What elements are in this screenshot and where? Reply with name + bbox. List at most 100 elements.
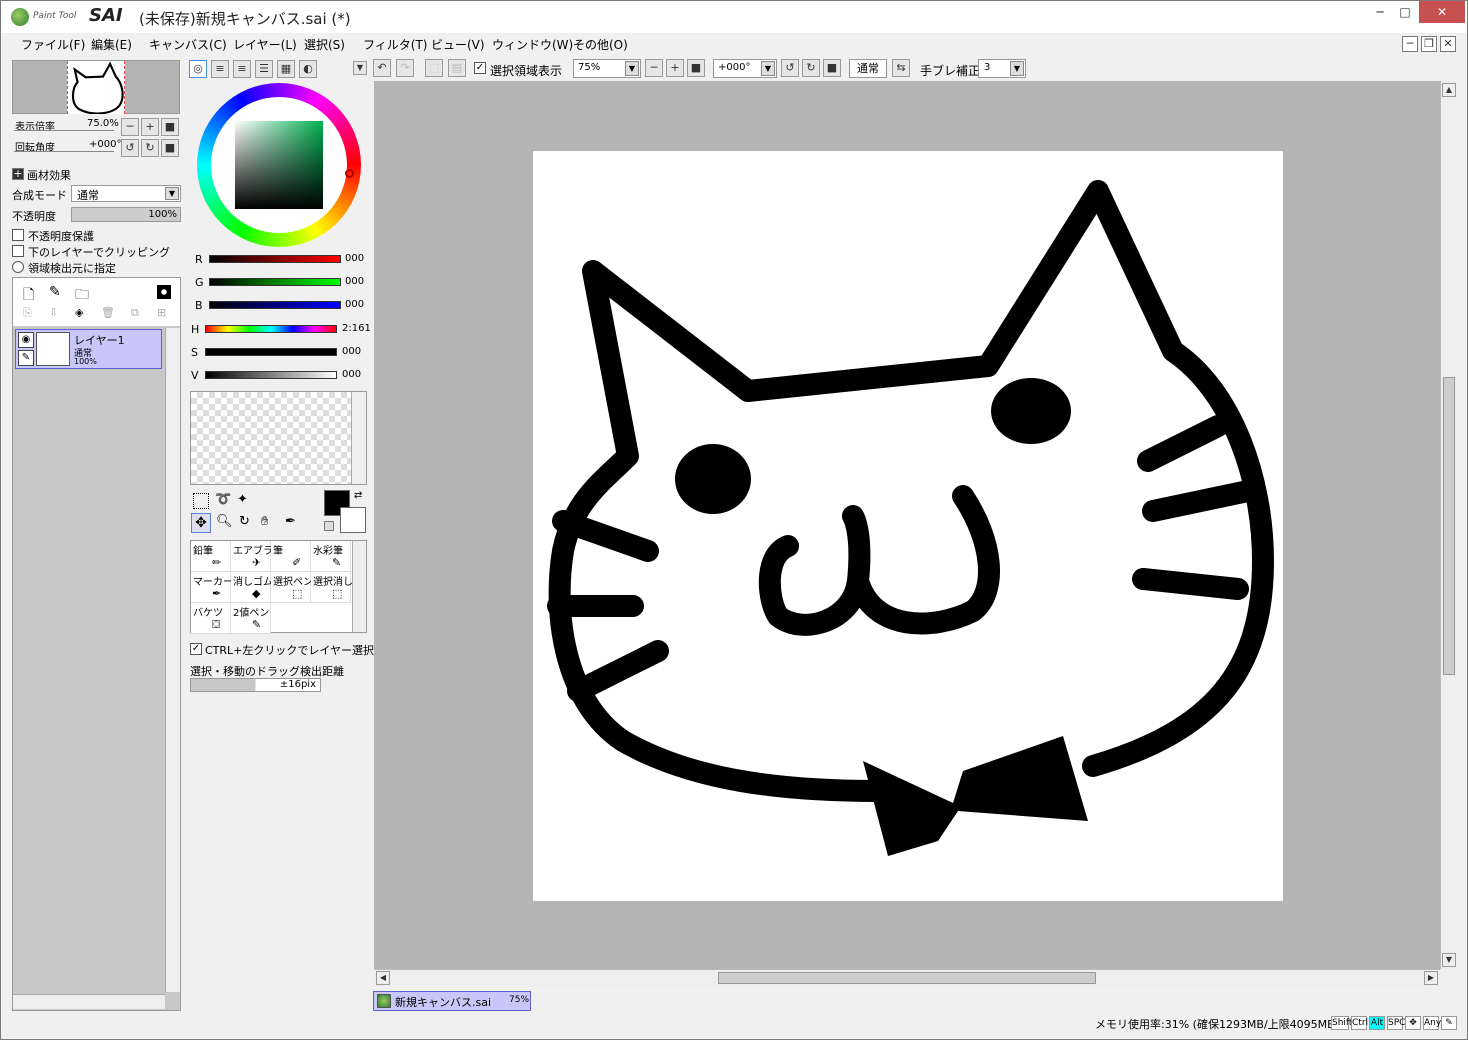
region-source-radio[interactable] [12,261,24,273]
eye-icon[interactable]: ◉ [18,332,34,348]
color-swatch-grid[interactable] [190,391,367,485]
show-selection-checkbox[interactable]: ✓ [474,62,486,74]
color-wheel-tab-icon[interactable]: ◎ [189,60,207,78]
toolbar-rotate-right-icon[interactable]: ↻ [802,59,820,77]
menu-window[interactable]: ウィンドウ(W) [492,36,573,53]
v-slider[interactable] [205,371,337,379]
maximize-button[interactable]: □ [1391,1,1419,23]
menu-edit[interactable]: 編集(E) [91,36,132,53]
swap-colors-icon[interactable]: ⇄ [354,490,362,501]
new-folder-icon[interactable]: 🗀 [75,284,89,308]
clip-lower-checkbox[interactable] [12,245,24,257]
background-color-swatch[interactable] [340,507,366,533]
invert-selection-icon[interactable]: ▤ [448,59,466,77]
toolbar-zoom-out-icon[interactable]: ─ [645,59,663,77]
tool-eraser[interactable]: 消しゴム ◆ [231,572,273,603]
canvas-vertical-thumb[interactable] [1443,377,1455,675]
tool-marker[interactable]: マーカー ✒ [191,572,233,603]
rotate-tool-icon[interactable]: ↻ [239,514,250,529]
color-wheel[interactable] [197,83,361,247]
rotate-slider[interactable] [14,151,114,152]
scroll-down-button[interactable]: ▼ [1442,953,1456,967]
h-slider[interactable] [205,325,337,333]
canvas-vertical-scrollbar[interactable]: ▲ ▼ [1440,81,1457,969]
mdi-minimize-button[interactable]: ─ [1402,36,1418,52]
menu-other[interactable]: その他(O) [573,36,628,53]
redo-icon[interactable]: ↷ [396,59,414,77]
canvas-horizontal-scrollbar[interactable]: ◀ ▶ [374,969,1440,986]
menu-file[interactable]: ファイル(F) [21,36,85,53]
swatch-scrollbar[interactable] [351,392,366,484]
scratchpad-tab-icon[interactable]: ◐ [299,60,317,78]
layer-row[interactable]: ◉ ✎ レイヤー1 通常 100% [15,329,162,369]
menu-layer[interactable]: レイヤー(L) [233,36,297,53]
drag-distance-slider[interactable]: ±16pix [190,678,321,692]
navigator-preview[interactable] [12,60,180,115]
copy-layer-icon[interactable]: ⎘ [23,306,32,320]
magic-wand-icon[interactable]: ✦ [237,492,248,507]
tool-select-pen[interactable]: 選択ペン ⬚ [271,572,313,603]
protect-opacity-checkbox[interactable] [12,229,24,241]
mdi-close-button[interactable]: ✕ [1440,36,1456,52]
s-slider[interactable] [205,348,337,356]
deselect-icon[interactable]: ⬚ [425,59,443,77]
lasso-icon[interactable]: ➰ [215,492,231,507]
flip-icon[interactable]: ⇆ [892,59,910,77]
hsv-slider-tab-icon[interactable]: ≡ [233,60,251,78]
rotation-select[interactable]: +000° ▼ [713,59,777,78]
tool-binary-pen[interactable]: 2値ペン ✎ [231,603,271,634]
toolbar-zoom-reset-icon[interactable]: ■ [687,59,705,77]
scroll-left-button[interactable]: ◀ [376,971,390,985]
clear-layer-icon[interactable]: ◈ [75,306,83,319]
tool-brush[interactable]: 筆 ✐ [271,541,311,572]
layer-vertical-scrollbar[interactable] [165,328,180,992]
scroll-up-button[interactable]: ▲ [1442,83,1456,97]
new-linework-layer-icon[interactable]: ✎ [49,284,61,300]
menu-canvas[interactable]: キャンバス(C) [149,36,227,53]
zoom-tool-icon[interactable]: 🔍︎ [216,514,233,529]
layer-mask-icon[interactable] [157,285,171,299]
mdi-restore-button[interactable]: ❐ [1421,36,1437,52]
undo-icon[interactable]: ↶ [373,59,391,77]
zoom-in-button[interactable]: + [141,118,159,136]
tool-scrollbar[interactable] [352,541,366,632]
color-swatch-tab-icon[interactable]: ☰ [255,60,273,78]
rotate-right-button[interactable]: ↻ [141,139,159,157]
color-grid-tab-icon[interactable]: ▦ [277,60,295,78]
menu-select[interactable]: 選択(S) [304,36,345,53]
layer-horizontal-scrollbar[interactable] [13,994,165,1009]
opacity-slider[interactable]: 100% [71,207,181,222]
scroll-right-button[interactable]: ▶ [1424,971,1438,985]
menu-view[interactable]: ビュー(V) [431,36,485,53]
stabilizer-select[interactable]: 3 ▼ [978,59,1026,78]
zoom-out-button[interactable]: ─ [121,118,139,136]
move-icon[interactable]: ✥ [191,513,211,533]
delete-layer-icon[interactable]: 🗑 [101,306,115,319]
eyedropper-icon[interactable]: ✒ [285,514,296,529]
toolbar-rotate-reset-icon[interactable]: ■ [823,59,841,77]
tool-airbrush[interactable]: エアブラシ ✈ [231,541,283,572]
toolbar-rotate-left-icon[interactable]: ↺ [781,59,799,77]
merge-layers-icon[interactable]: ⊞ [157,306,166,319]
blend-mode-select[interactable]: 通常 ▼ [71,185,181,202]
zoom-reset-button[interactable]: ■ [161,118,179,136]
transfer-layer-icon[interactable]: ⧉ [131,306,139,320]
rotate-left-button[interactable]: ↺ [121,139,139,157]
pencil-lock-icon[interactable]: ✎ [18,350,34,366]
hand-icon[interactable]: ✋︎ [261,514,268,529]
close-button[interactable]: ✕ [1419,1,1465,23]
new-layer-icon[interactable]: 🗋 [23,284,34,308]
ctrl-select-checkbox[interactable]: ✓ [190,643,202,655]
tool-bucket[interactable]: バケツ ⛋ [191,603,231,634]
drawing-canvas[interactable] [533,151,1283,901]
view-mode-button[interactable]: 通常 [849,59,887,78]
zoom-select[interactable]: 75% ▼ [573,59,641,78]
zoom-slider[interactable] [14,130,114,131]
toolbar-zoom-in-icon[interactable]: + [666,59,684,77]
rotate-reset-button[interactable]: ■ [161,139,179,157]
transparent-color-icon[interactable] [324,521,334,531]
b-slider[interactable] [209,301,341,309]
tool-pencil[interactable]: 鉛筆 ✏ [191,541,231,572]
document-tab[interactable]: 新規キャンバス.sai 75% [373,991,531,1011]
r-slider[interactable] [209,255,341,263]
